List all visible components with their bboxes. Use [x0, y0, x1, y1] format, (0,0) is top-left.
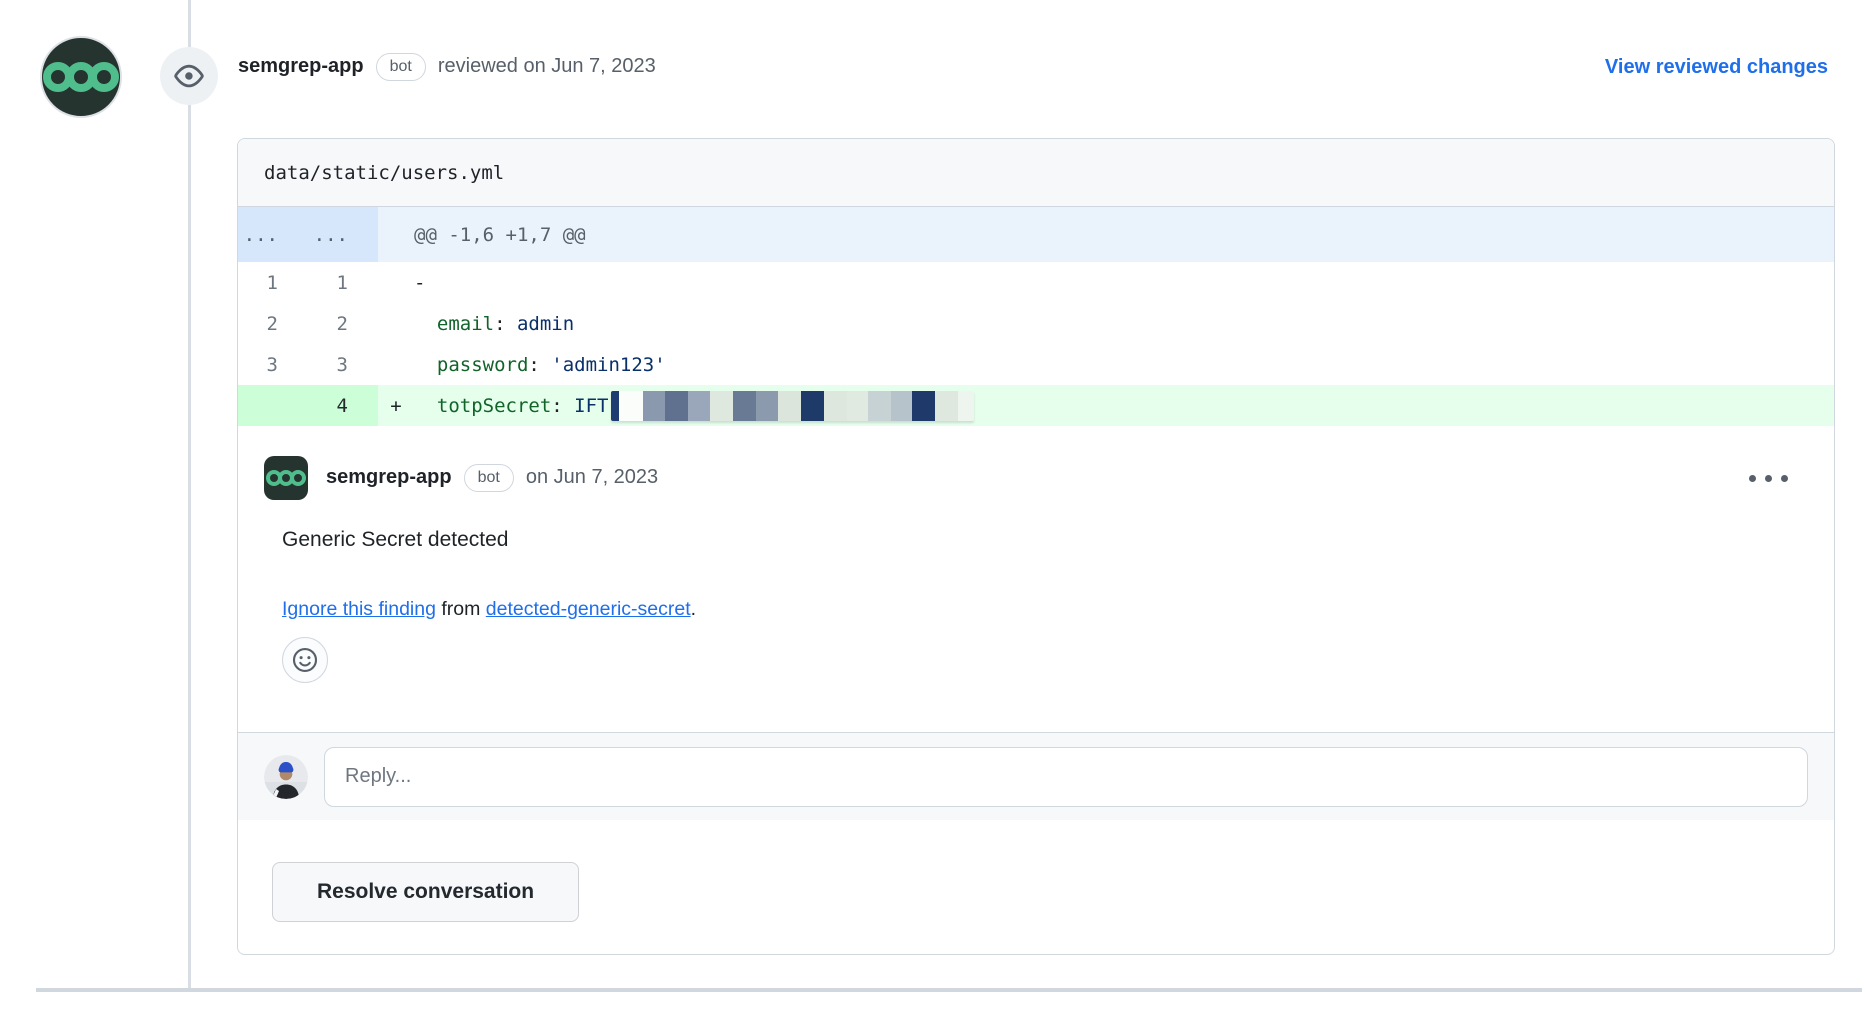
code-segment: 'admin123': [551, 354, 665, 376]
diff-code: totpSecret: IFT: [414, 395, 609, 417]
redaction-block: [665, 391, 688, 421]
kebab-icon: [1781, 475, 1788, 482]
diff-row: 22 email: admin: [238, 303, 1834, 344]
code-segment: [414, 313, 437, 335]
bot-badge: bot: [464, 464, 514, 493]
old-line-number: 3: [238, 344, 308, 385]
section-divider: [36, 988, 1862, 992]
bot-comment: semgrep-app bot on Jun 7, 2023 Generic S…: [238, 426, 1834, 732]
timeline-line: [188, 0, 191, 988]
kebab-icon: [1765, 475, 1772, 482]
diff-line-content: + totpSecret: IFT: [378, 385, 1834, 426]
new-line-number: 1: [308, 262, 378, 303]
diff-rows: 11-22 email: admin33 password: 'admin123…: [238, 262, 1834, 426]
code-segment: email: [437, 313, 494, 335]
review-eye-badge: [160, 47, 218, 105]
diff-code: password: 'admin123': [414, 354, 666, 376]
resolve-area: Resolve conversation: [238, 820, 1834, 953]
diff-line-content: email: admin: [378, 303, 1834, 344]
view-reviewed-changes-link[interactable]: View reviewed changes: [1605, 56, 1828, 79]
diff-line-content: -: [378, 262, 1834, 303]
code-segment: IFT: [574, 395, 608, 417]
code-segment: [414, 354, 437, 376]
code-segment: [414, 395, 437, 417]
smiley-icon: [292, 647, 318, 673]
redaction-block: [688, 391, 710, 421]
diff-file-header: data/static/users.yml: [238, 139, 1834, 207]
diff-table: ... ... @@ -1,6 +1,7 @@ 11 - 22 email: adm…: [238, 207, 1834, 426]
comment-options-button[interactable]: [1743, 469, 1794, 488]
code-segment: -: [414, 272, 425, 294]
redaction-block: [611, 391, 619, 421]
redaction-block: [935, 391, 958, 421]
eye-icon: [174, 61, 204, 91]
period-text: .: [691, 598, 696, 620]
file-path-link[interactable]: data/static/users.yml: [264, 162, 504, 184]
diff-line-content: password: 'admin123': [378, 344, 1834, 385]
old-line-number: [238, 385, 308, 426]
redaction-block: [801, 391, 824, 421]
new-line-number: 2: [308, 303, 378, 344]
comment-author-avatar: [264, 456, 308, 500]
bot-badge: bot: [376, 53, 426, 82]
redaction-block: [958, 391, 974, 421]
redaction-block: [847, 391, 868, 421]
diff-row: 4+ totpSecret: IFT: [238, 385, 1834, 426]
hunk-new-ellipsis: ...: [308, 207, 378, 262]
kebab-icon: [1749, 475, 1756, 482]
review-thread-card: data/static/users.yml ... ... @@ -1,6 +1…: [237, 138, 1835, 955]
code-segment: admin: [517, 313, 574, 335]
new-line-number: 4: [308, 385, 378, 426]
redaction-block: [756, 391, 778, 421]
redaction-block: [824, 391, 847, 421]
code-segment: :: [551, 395, 574, 417]
code-segment: :: [494, 313, 517, 335]
resolve-conversation-button[interactable]: Resolve conversation: [272, 862, 579, 922]
diff-code: email: admin: [414, 313, 574, 335]
reply-bar: [238, 732, 1834, 820]
code-segment: password: [437, 354, 529, 376]
redaction-block: [912, 391, 935, 421]
code-segment: :: [528, 354, 551, 376]
redaction-block: [778, 391, 801, 421]
redaction-block: [643, 391, 665, 421]
diff-row: 11 -: [238, 262, 1834, 303]
comment-links-line: Ignore this finding from detected-generi…: [282, 598, 1794, 621]
reviewer-name[interactable]: semgrep-app: [238, 55, 364, 78]
old-line-number: 1: [238, 262, 308, 303]
hunk-old-ellipsis: ...: [238, 207, 308, 262]
redaction-block: [710, 391, 733, 421]
reviewer-avatar: [40, 36, 122, 118]
ignore-finding-link[interactable]: Ignore this finding: [282, 598, 436, 620]
redacted-secret: [611, 391, 974, 421]
diff-hunk-row: ... ... @@ -1,6 +1,7 @@: [238, 207, 1834, 262]
hunk-header-text: @@ -1,6 +1,7 @@: [414, 224, 586, 246]
review-action-text: reviewed on Jun 7, 2023: [438, 55, 656, 78]
semgrep-logo-ring: [290, 470, 306, 486]
review-header: semgrep-app bot reviewed on Jun 7, 2023 …: [238, 44, 1828, 90]
semgrep-logo-ring: [89, 62, 119, 92]
reply-input[interactable]: [324, 747, 1808, 807]
comment-author-name[interactable]: semgrep-app: [326, 466, 452, 489]
redaction-block: [891, 391, 912, 421]
redaction-block: [733, 391, 756, 421]
from-text: from: [436, 598, 486, 620]
redaction-block: [868, 391, 891, 421]
diff-code: -: [414, 272, 425, 294]
comment-body-text: Generic Secret detected: [282, 528, 1794, 552]
comment-date[interactable]: on Jun 7, 2023: [526, 466, 658, 489]
code-segment: totpSecret: [437, 395, 551, 417]
current-user-avatar: [264, 755, 308, 799]
add-reaction-button[interactable]: [282, 637, 328, 683]
new-line-number: 3: [308, 344, 378, 385]
diff-row: 33 password: 'admin123': [238, 344, 1834, 385]
redaction-block: [619, 391, 643, 421]
rule-link[interactable]: detected-generic-secret: [486, 598, 691, 620]
diff-marker: +: [378, 395, 414, 417]
old-line-number: 2: [238, 303, 308, 344]
